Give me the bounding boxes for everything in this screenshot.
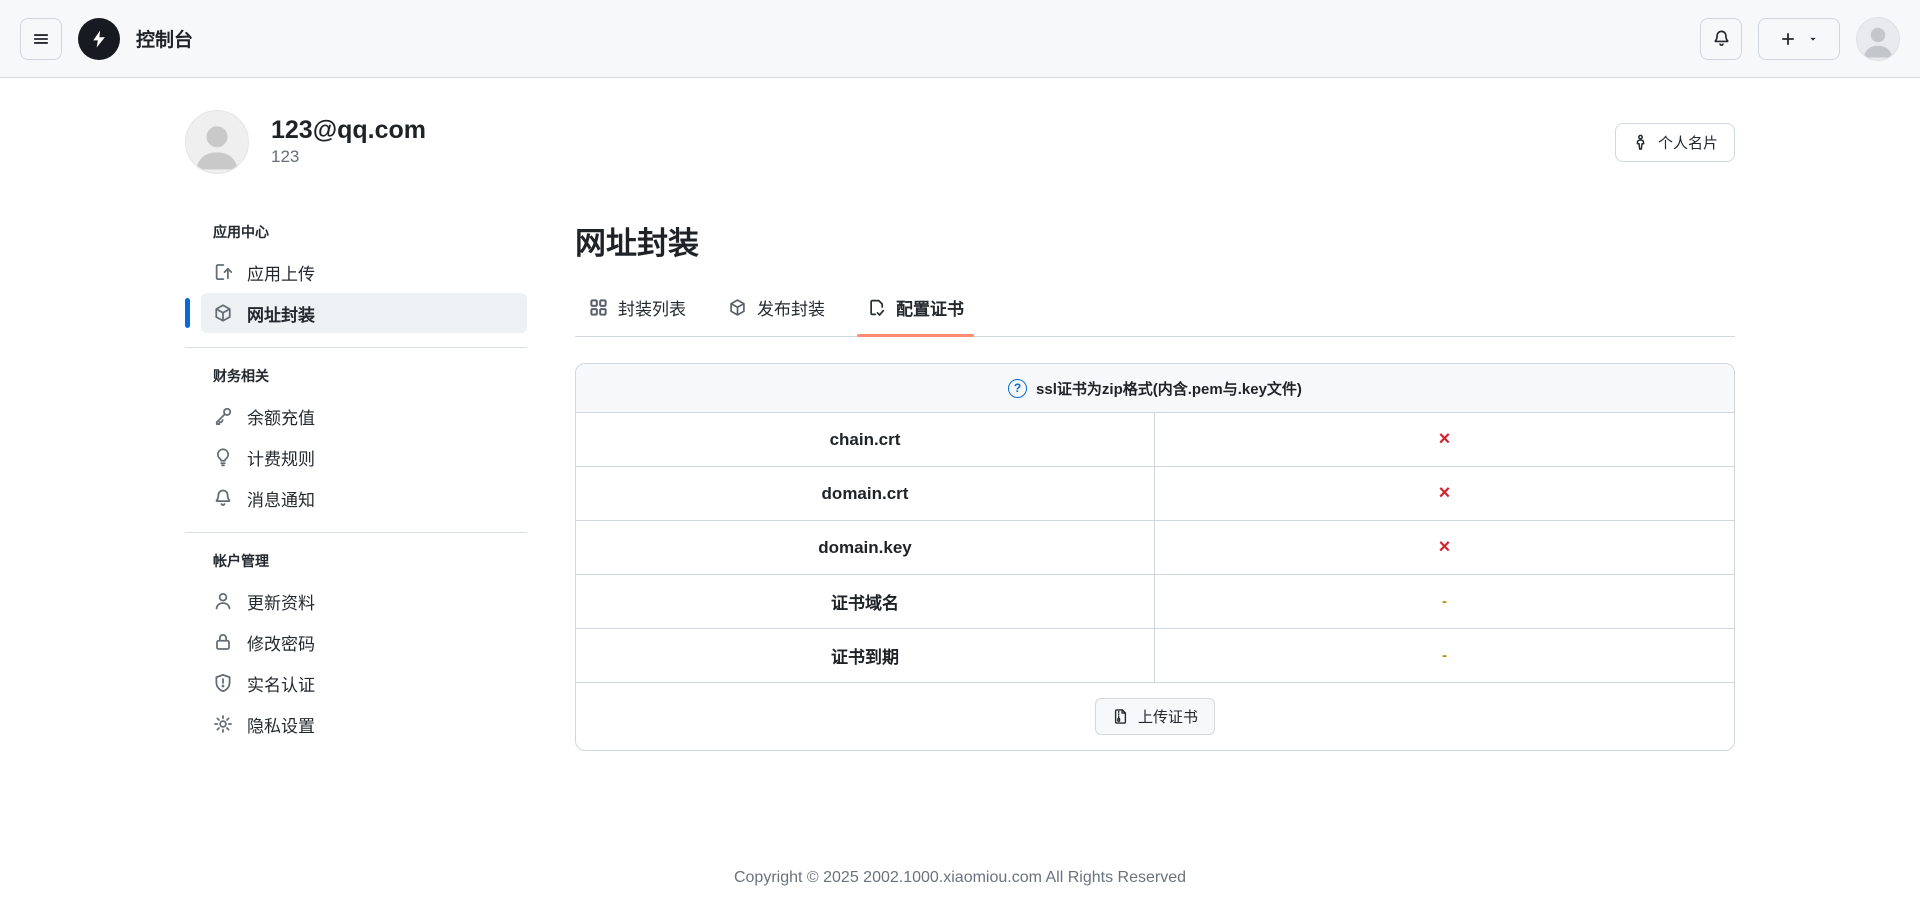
sidebar-item-privacy-settings[interactable]: 隐私设置 xyxy=(201,704,527,744)
notifications-button[interactable] xyxy=(1700,17,1742,60)
gear-icon xyxy=(213,714,233,734)
sidebar-item-change-password[interactable]: 修改密码 xyxy=(201,622,527,662)
upload-icon xyxy=(213,262,233,282)
cert-field-status: × xyxy=(1438,428,1451,450)
copyright-footer: Copyright © 2025 2002.1000.xiaomiou.com … xyxy=(733,869,1187,886)
tab-packaging-list[interactable]: 封装列表 xyxy=(575,287,700,336)
sidebar-item-label: 应用上传 xyxy=(247,264,315,284)
bell-icon xyxy=(1712,29,1731,48)
sidebar-item-label: 更新资料 xyxy=(247,593,315,613)
sidebar-section-finance: 财务相关 xyxy=(213,368,269,384)
sidebar-item-app-upload[interactable]: 应用上传 xyxy=(201,252,527,292)
certificate-table: ? ssl证书为zip格式(内含.pem与.key文件) chain.crt ×… xyxy=(575,363,1735,751)
cert-field-status: - xyxy=(1442,647,1447,664)
tab-label: 封装列表 xyxy=(618,300,686,319)
tab-label: 发布封装 xyxy=(757,300,825,319)
table-row: chain.crt × xyxy=(576,412,1734,466)
help-question-icon[interactable]: ? xyxy=(1008,378,1028,398)
cert-field-label: domain.crt xyxy=(576,467,1155,520)
package-icon xyxy=(213,303,233,323)
sidebar-item-billing-rules[interactable]: 计费规则 xyxy=(201,437,527,477)
personal-card-button[interactable]: 个人名片 xyxy=(1614,122,1735,162)
table-row: 证书到期 - xyxy=(576,628,1734,682)
sidebar-item-balance-recharge[interactable]: 余额充值 xyxy=(201,396,527,436)
profile-header: 123@qq.com 123 个人名片 xyxy=(185,110,1735,174)
lightning-icon xyxy=(89,29,109,49)
sidebar-item-label: 网址封装 xyxy=(247,305,315,325)
person-silhouette-icon xyxy=(1858,20,1898,60)
page-title: 网址封装 xyxy=(575,226,699,261)
sidebar-item-label: 实名认证 xyxy=(247,675,315,695)
upload-certificate-button[interactable]: 上传证书 xyxy=(1094,698,1215,735)
cert-field-status: - xyxy=(1442,593,1447,610)
tab-label: 配置证书 xyxy=(896,300,964,319)
sidebar-item-notifications[interactable]: 消息通知 xyxy=(201,478,527,518)
cert-field-status: × xyxy=(1438,536,1451,558)
cert-field-label: 证书域名 xyxy=(576,575,1155,628)
sidebar-item-label: 消息通知 xyxy=(247,490,315,510)
personal-card-button-label: 个人名片 xyxy=(1657,134,1718,152)
person-silhouette-icon xyxy=(188,115,246,173)
lock-icon xyxy=(213,632,233,652)
main-content: 网址封装 封装列表 发布封装 配置证书 ? ssl证书为zip格式(内含.pem… xyxy=(575,218,1735,751)
certificate-table-header: ? ssl证书为zip格式(内含.pem与.key文件) xyxy=(576,364,1734,412)
table-row: 证书域名 - xyxy=(576,574,1734,628)
sidebar-section-account: 帐户管理 xyxy=(213,553,269,569)
package-icon xyxy=(728,298,747,317)
sidebar-divider xyxy=(185,347,527,348)
cert-field-label: domain.key xyxy=(576,521,1155,574)
profile-avatar[interactable] xyxy=(185,110,249,174)
tab-bar: 封装列表 发布封装 配置证书 xyxy=(575,287,1735,337)
sidebar-divider xyxy=(185,532,527,533)
bell-icon xyxy=(213,488,233,508)
user-avatar[interactable] xyxy=(1856,16,1900,61)
create-new-dropdown-button[interactable] xyxy=(1758,17,1840,60)
hamburger-icon xyxy=(32,30,50,48)
hamburger-menu-button[interactable] xyxy=(20,17,62,60)
page-header-title: 控制台 xyxy=(136,30,194,51)
sidebar: 应用中心 应用上传 网址封装 财务相关 余额充值 计费规则 消息通知 帐户管理 … xyxy=(185,218,527,745)
upload-certificate-button-label: 上传证书 xyxy=(1137,709,1198,726)
certificate-table-footer: 上传证书 xyxy=(576,682,1734,750)
topbar: 控制台 xyxy=(0,0,1920,78)
sidebar-item-update-profile[interactable]: 更新资料 xyxy=(201,581,527,621)
cert-field-status: × xyxy=(1438,482,1451,504)
sidebar-item-url-packaging[interactable]: 网址封装 xyxy=(185,293,527,333)
key-icon xyxy=(213,406,233,426)
profile-username: 123 xyxy=(271,147,300,167)
sidebar-section-app-center: 应用中心 xyxy=(213,224,269,240)
grid-icon xyxy=(589,298,608,317)
person-icon xyxy=(213,591,233,611)
table-row: domain.key × xyxy=(576,520,1734,574)
app-logo[interactable] xyxy=(78,17,120,60)
sidebar-item-label: 修改密码 xyxy=(247,634,315,654)
cert-field-label: 证书到期 xyxy=(576,629,1155,682)
profile-email: 123@qq.com xyxy=(271,115,426,144)
sidebar-item-label: 隐私设置 xyxy=(247,716,315,736)
cert-field-label: chain.crt xyxy=(576,413,1155,466)
sidebar-item-realname-verification[interactable]: 实名认证 xyxy=(201,663,527,703)
tab-publish-packaging[interactable]: 发布封装 xyxy=(714,287,839,336)
zip-file-icon xyxy=(1112,708,1129,725)
file-check-icon xyxy=(867,298,886,317)
sidebar-item-label: 计费规则 xyxy=(247,449,315,469)
shield-icon xyxy=(213,673,233,693)
caret-down-icon xyxy=(1807,33,1819,45)
person-standing-icon xyxy=(1632,134,1649,151)
sidebar-item-label: 余额充值 xyxy=(247,408,315,428)
profile-info: 123@qq.com 123 xyxy=(271,115,426,168)
certificate-format-hint: ssl证书为zip格式(内含.pem与.key文件) xyxy=(1036,380,1302,398)
lightbulb-icon xyxy=(213,447,233,467)
tab-configure-certificate[interactable]: 配置证书 xyxy=(853,287,978,337)
plus-icon xyxy=(1779,30,1797,48)
table-row: domain.crt × xyxy=(576,466,1734,520)
